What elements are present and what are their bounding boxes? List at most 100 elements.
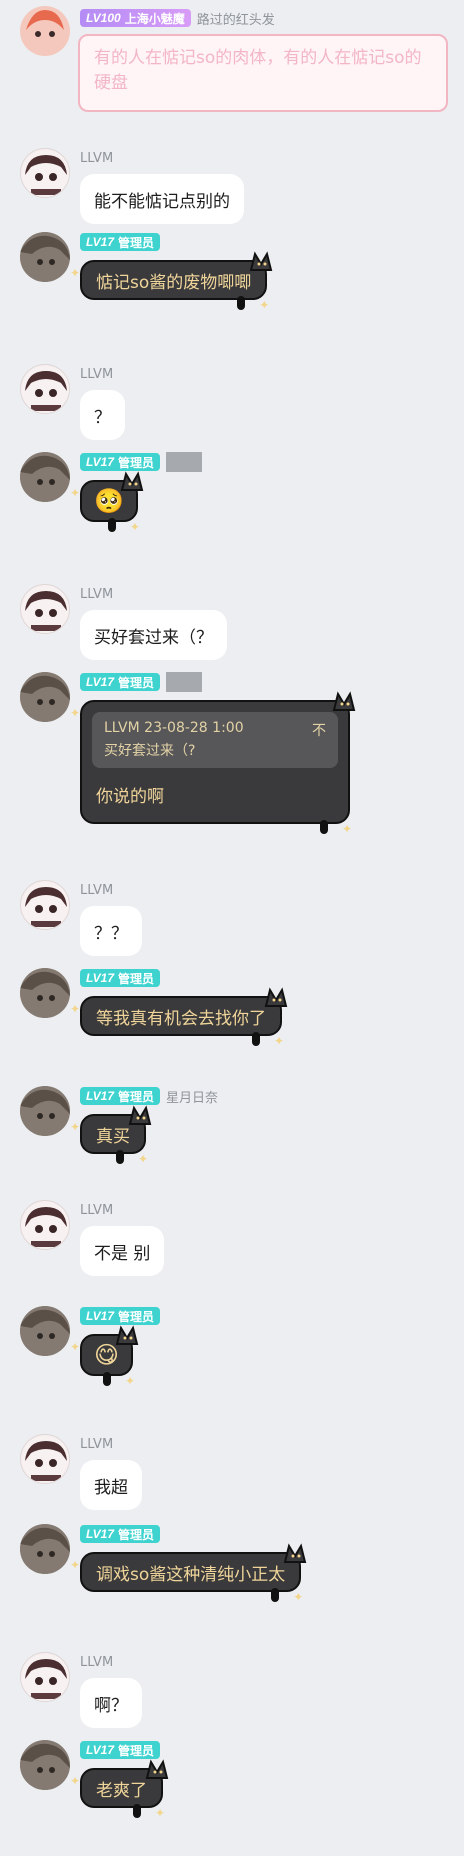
message-bubble[interactable]: 😋 ✦ ✦ <box>70 1325 139 1388</box>
avatar[interactable] <box>20 1740 70 1790</box>
avatar[interactable] <box>20 1652 70 1702</box>
sparkle-icon: ✦ <box>70 266 81 280</box>
quoted-message[interactable]: LLVM 23-08-28 1:00 不买好套过来（? <box>92 712 338 768</box>
username: LLVM <box>80 1654 114 1670</box>
avatar[interactable] <box>20 452 70 502</box>
admin-avatar-icon <box>20 1086 70 1136</box>
avatar[interactable] <box>20 1306 70 1356</box>
level-title: 管理员 <box>118 1309 155 1324</box>
message-bubble[interactable]: 有的人在惦记so的肉体，有的人在惦记so的硬盘 <box>78 34 448 112</box>
username: LLVM <box>80 150 114 166</box>
level-badge: LV17 管理员 <box>80 673 161 691</box>
tail-decoration <box>107 518 116 532</box>
message-bubble[interactable]: 调戏so酱这种清纯小正太 ✦ ✦ <box>70 1543 307 1604</box>
message-bubble[interactable]: ？ <box>80 390 125 440</box>
message-text: ？？ <box>94 923 128 944</box>
tail-decoration <box>271 1588 280 1602</box>
avatar[interactable] <box>20 148 70 198</box>
message-text: 我超 <box>94 1477 128 1498</box>
message-bubble[interactable]: 啊？ <box>80 1678 142 1728</box>
message-text: ？ <box>94 407 111 428</box>
avatar[interactable] <box>20 672 70 722</box>
level-title: 管理员 <box>118 971 155 986</box>
name-row: LV17 管理员 <box>80 968 161 988</box>
username: LLVM <box>80 366 114 382</box>
sparkle-icon: ✦ <box>293 1590 304 1604</box>
message-bubble[interactable]: 买好套过来（？ <box>80 610 227 660</box>
message-text: 不是 别 <box>94 1243 151 1264</box>
redacted-name <box>166 452 203 472</box>
anime-girl-avatar-icon <box>22 366 69 413</box>
avatar[interactable] <box>20 584 70 634</box>
tail-decoration <box>116 1150 124 1164</box>
anime-girl-avatar-icon <box>22 1202 69 1249</box>
avatar[interactable] <box>20 232 70 282</box>
avatar[interactable] <box>20 968 70 1018</box>
level-number: LV17 <box>86 1089 115 1103</box>
message-bubble[interactable]: 我超 <box>80 1460 142 1510</box>
name-row: LLVM <box>80 148 113 168</box>
name-row: LV100 上海小魅魔 路过的红头发 <box>80 8 275 28</box>
name-row: LV17 管理员 <box>80 1306 161 1326</box>
avatar[interactable] <box>20 6 70 56</box>
level-badge: LV17 管理员 <box>80 1741 161 1759</box>
avatar[interactable] <box>20 1086 70 1136</box>
username: LLVM <box>80 1202 114 1218</box>
username: LLVM <box>80 1436 114 1452</box>
sparkle-icon: ✦ <box>70 1120 81 1134</box>
sparkle-icon: ✦ <box>70 1002 81 1016</box>
quote-collapse[interactable]: 不 <box>312 720 326 740</box>
cat-ears-icon <box>249 251 273 271</box>
message-text: 啊？ <box>94 1695 128 1716</box>
avatar[interactable] <box>20 1434 70 1484</box>
admin-avatar-icon <box>20 968 70 1018</box>
level-badge: LV17 管理员 <box>80 1307 161 1325</box>
cat-ears-icon <box>283 1543 307 1563</box>
quote-header: LLVM 23-08-28 1:00 <box>104 720 244 736</box>
message-bubble[interactable]: 不是 别 <box>80 1226 165 1276</box>
message-bubble[interactable]: 🥺 ✦ ✦ <box>70 471 144 534</box>
cat-ears-icon <box>128 1105 152 1125</box>
name-row: LV17 管理员 <box>80 1524 161 1544</box>
admin-avatar-icon <box>20 1306 70 1356</box>
avatar[interactable] <box>20 364 70 414</box>
sparkle-icon: ✦ <box>154 1806 165 1820</box>
tail-decoration <box>320 820 328 834</box>
message-bubble[interactable]: 老爽了 ✦ ✦ <box>70 1759 169 1820</box>
message-bubble[interactable]: ？？ <box>80 906 142 956</box>
admin-avatar-icon <box>20 1524 70 1574</box>
level-badge: LV17 管理员 <box>80 969 161 987</box>
level-number: LV17 <box>86 675 115 689</box>
anime-girl-avatar-icon <box>22 1436 69 1483</box>
message-bubble[interactable]: 能不能惦记点别的 <box>80 174 244 224</box>
sparkle-icon: ✦ <box>70 706 81 720</box>
message-text: 老爽了 <box>96 1780 147 1801</box>
name-row: LLVM <box>80 880 113 900</box>
avatar[interactable] <box>20 1524 70 1574</box>
name-row: LLVM <box>80 364 113 384</box>
avatar[interactable] <box>20 1200 70 1250</box>
name-row: LLVM <box>80 1652 113 1672</box>
message-bubble[interactable]: LLVM 23-08-28 1:00 不买好套过来（? 你说的啊 ✦ ✦ <box>70 691 356 836</box>
username: 路过的红头发 <box>196 12 275 28</box>
level-title: 管理员 <box>118 1089 155 1104</box>
level-number: LV17 <box>86 971 115 985</box>
quote-text: 买好套过来（? <box>104 743 196 759</box>
tail-decoration <box>103 1372 112 1386</box>
sparkle-icon: ✦ <box>124 1374 136 1388</box>
message-bubble[interactable]: 真买 ✦ ✦ <box>70 1105 152 1166</box>
sparkle-icon: ✦ <box>70 1340 81 1354</box>
level-number: LV17 <box>86 1527 115 1541</box>
avatar[interactable] <box>20 880 70 930</box>
level-title: 管理员 <box>118 455 155 470</box>
admin-avatar-icon <box>20 672 70 722</box>
message-text: 等我真有机会去找你了 <box>96 1008 266 1029</box>
username: LLVM <box>80 586 114 602</box>
level-number: LV17 <box>86 1309 115 1323</box>
anime-girl-avatar-icon <box>22 1654 69 1701</box>
level-badge: LV100 上海小魅魔 <box>80 9 191 27</box>
message-bubble[interactable]: 惦记so酱的废物唧唧 ✦ ✦ <box>70 251 273 312</box>
message-bubble[interactable]: 等我真有机会去找你了 ✦ ✦ <box>70 987 288 1048</box>
cat-ears-icon <box>115 1325 139 1345</box>
level-badge: LV17 管理员 <box>80 453 161 471</box>
